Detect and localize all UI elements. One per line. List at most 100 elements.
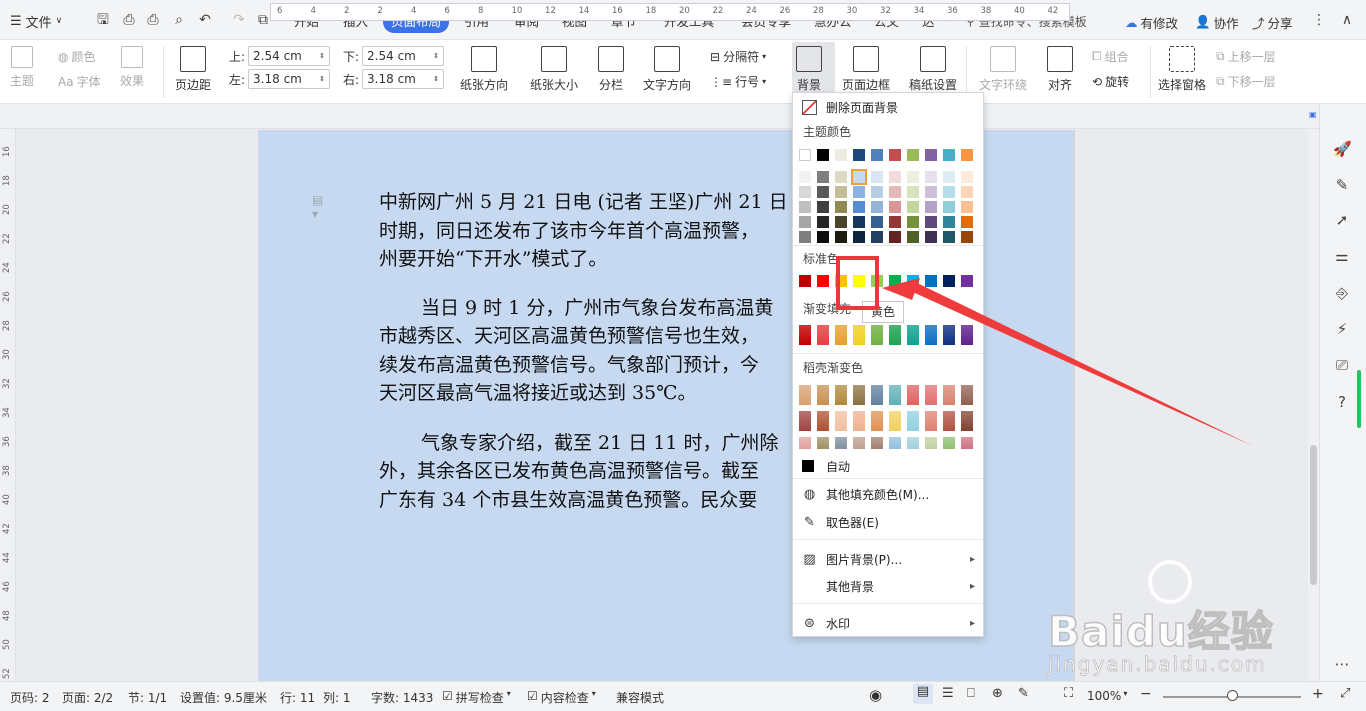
theme-shade-swatch[interactable] [961,186,973,198]
theme-shade-swatch[interactable] [925,186,937,198]
colors-button[interactable]: ◍ 颜色 [58,48,96,65]
redo-icon[interactable]: ↷ [230,11,248,29]
gradient-color-swatch[interactable] [853,325,865,345]
scroll-top-icon[interactable]: ▣ [1309,110,1319,120]
breaks-button[interactable]: ⊟ 分隔符 ▾ [710,48,766,65]
group-button[interactable]: ⧠ 组合 [1092,48,1129,65]
theme-shade-swatch[interactable] [907,231,919,243]
rocket-icon[interactable]: 🚀 [1333,140,1352,158]
page-border-button[interactable]: 页面边框 [842,46,890,93]
theme-shade-swatch[interactable] [925,216,937,228]
gradient-color-swatch[interactable] [817,325,829,345]
save-icon[interactable]: 🖫 [94,11,112,29]
content-check-button[interactable]: ☑ 内容检查 ▾ [527,689,596,706]
eyedropper-item[interactable]: ✎ 取色器(E) [793,509,983,535]
share-button[interactable]: ⤴ 分享 [1252,11,1293,33]
scrollbar-thumb[interactable] [1310,445,1317,585]
theme-color-swatch[interactable] [943,149,955,161]
gradient-color-swatch[interactable] [799,325,811,345]
theme-shade-swatch[interactable] [817,186,829,198]
gradient-color-swatch[interactable] [835,325,847,345]
fit-page-icon[interactable]: ⛶ [1064,686,1073,701]
docer-gradient-swatch[interactable] [961,411,973,431]
eye-protect-icon[interactable]: ◉ [869,686,882,704]
zoom-level[interactable]: 100% ▾ [1087,689,1127,703]
theme-shade-swatch[interactable] [817,216,829,228]
gradient-color-swatch[interactable] [871,325,883,345]
print-icon[interactable]: ⎙ [144,11,162,29]
theme-shade-swatch[interactable] [943,171,955,183]
theme-color-swatch[interactable] [889,149,901,161]
bring-forward-button[interactable]: ⧉ 上移一层 [1216,48,1276,65]
more-fill-colors-item[interactable]: ◍ 其他填充颜色(M)... [793,481,983,507]
theme-shade-swatch[interactable] [853,231,865,243]
export-pdf-icon[interactable]: ⎙ [120,11,138,29]
docer-gradient-swatch[interactable] [871,385,883,405]
energy-icon[interactable]: ⚡ [1333,320,1351,338]
gradient-color-swatch[interactable] [961,325,973,345]
theme-shade-swatch[interactable] [925,171,937,183]
theme-shade-swatch[interactable] [799,186,811,198]
theme-color-swatch[interactable] [871,149,883,161]
theme-shade-swatch[interactable] [853,186,865,198]
docer-gradient-swatch[interactable] [889,385,901,405]
theme-shade-swatch[interactable] [907,171,919,183]
theme-shade-swatch[interactable] [871,231,883,243]
write-mode-icon[interactable]: ✎ [1018,686,1029,701]
theme-shade-swatch[interactable] [889,186,901,198]
theme-shade-swatch[interactable] [853,201,865,213]
page-view-icon[interactable]: ▤ [913,684,933,704]
theme-shade-swatch[interactable] [817,171,829,183]
standard-color-swatch[interactable] [817,275,829,287]
theme-shade-swatch[interactable] [871,186,883,198]
theme-shade-swatch[interactable] [799,171,811,183]
docer-gradient-swatch[interactable] [817,411,829,431]
theme-shade-swatch[interactable] [961,171,973,183]
gradient-color-swatch[interactable] [889,325,901,345]
send-backward-button[interactable]: ⧉ 下移一层 [1216,73,1276,90]
theme-shade-swatch[interactable] [799,216,811,228]
docer-gradient-swatch[interactable] [853,385,865,405]
gradient-color-swatch[interactable] [925,325,937,345]
font-button[interactable]: Aa 字体 [58,73,101,90]
standard-color-swatch[interactable] [799,275,811,287]
picture-background-item[interactable]: ▨ 图片背景(P)... ▸ [793,546,983,572]
theme-color-swatch[interactable] [853,149,865,161]
theme-shade-swatch[interactable] [889,171,901,183]
vertical-ruler[interactable]: 16 18 20 22 24 26 28 30 32 34 36 38 40 42 44 46 48 50 52 [0,129,16,681]
theme-shade-swatch[interactable] [925,201,937,213]
docer-gradient-swatch[interactable] [799,437,811,449]
theme-shade-swatch[interactable] [871,201,883,213]
docer-gradient-swatch[interactable] [835,411,847,431]
theme-shade-swatch[interactable] [961,201,973,213]
selection-pane-button[interactable]: 选择窗格 [1158,46,1206,93]
undo-icon[interactable]: ↶ [196,11,214,29]
theme-shade-swatch[interactable] [943,231,955,243]
text-direction-button[interactable]: 文字方向 [643,46,691,93]
other-background-item[interactable]: 其他背景 ▸ [793,573,983,599]
status-word-count[interactable]: 字数: 1433 [371,689,433,706]
translate-icon[interactable]: ⎆ [1333,284,1351,302]
docer-gradient-swatch[interactable] [925,437,937,449]
standard-color-swatch[interactable] [961,275,973,287]
theme-shade-swatch[interactable] [889,201,901,213]
docer-gradient-swatch[interactable] [835,385,847,405]
theme-shade-swatch[interactable] [961,231,973,243]
docer-gradient-swatch[interactable] [853,437,865,449]
cursor-icon[interactable]: ➚ [1333,211,1351,229]
columns-button[interactable]: 分栏 [598,46,624,93]
theme-shade-swatch[interactable] [835,186,847,198]
horizontal-ruler[interactable] [0,104,1366,129]
theme-color-swatch[interactable] [817,149,829,161]
watermark-item[interactable]: ⊜ 水印 ▸ [793,610,983,636]
docer-gradient-swatch[interactable] [817,385,829,405]
docer-gradient-swatch[interactable] [907,385,919,405]
docer-gradient-swatch[interactable] [925,411,937,431]
theme-shade-swatch[interactable] [889,216,901,228]
fullscreen-icon[interactable]: ⤢ [1340,686,1350,701]
paper-size-button[interactable]: 纸张大小 [530,46,578,93]
docer-gradient-swatch[interactable] [889,411,901,431]
docer-gradient-swatch[interactable] [799,385,811,405]
theme-shade-swatch[interactable] [943,186,955,198]
theme-shade-swatch[interactable] [853,216,865,228]
